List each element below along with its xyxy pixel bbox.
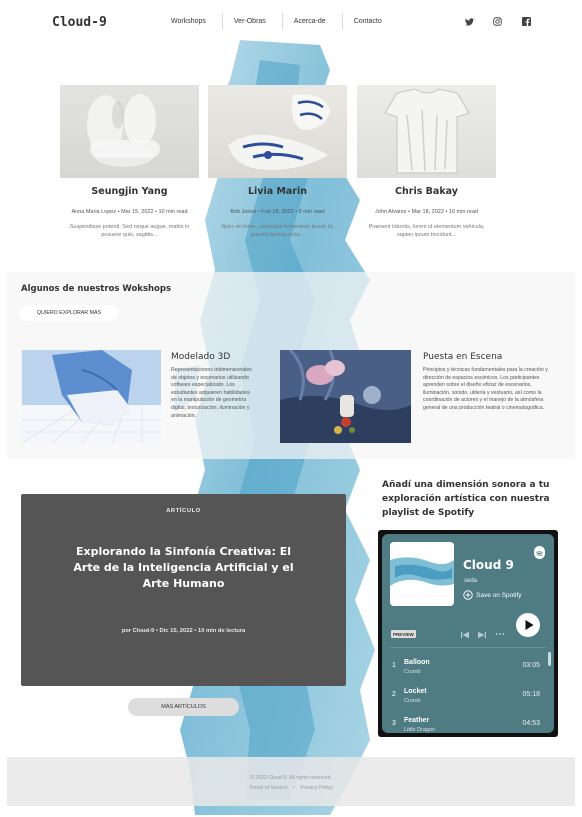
facebook-icon[interactable] [521,16,532,27]
featured-article[interactable]: ARTÍCULO Explorando la Sinfonía Creativa… [21,494,346,686]
artist-image[interactable] [60,85,199,178]
workshop-desc: Representaciones tridimensionales de obj… [171,367,252,419]
track-row[interactable]: 3 Feather Little Dragon 04:53 [382,711,546,733]
workshops-section: Algunos de nuestros Wokshops QUIERO EXPL… [7,272,575,459]
track-duration: 04:53 [522,720,540,727]
nav-acerca-de[interactable]: Acerca-de [283,13,343,30]
playlist-title[interactable]: Cloud 9 [463,558,514,572]
explore-more-button[interactable]: QUIERO EXPLORAR MÁS [19,305,119,321]
artist-meta: John Alvarez • Mar 18, 2022 • 16 min rea… [375,209,478,215]
track-artist: Crumb [404,669,421,675]
plus-circle-icon [463,590,473,600]
artist-excerpt: Suspendisse potenti. Sed neque augue, ma… [69,224,190,238]
nav-ver-obras[interactable]: Ver-Obras [223,13,283,30]
artist-card-chris-bakay[interactable]: Chris Bakay John Alvarez • Mar 18, 2022 … [357,85,496,239]
copyright-text: © 2023 Cloud-9. All rights reserved. [250,775,332,781]
article-tag: ARTÍCULO [166,508,201,514]
nav-contacto[interactable]: Contacto [343,13,398,30]
site-footer: © 2023 Cloud-9. All rights reserved. Ter… [7,757,575,806]
privacy-policy-link[interactable]: Privacy Policy [301,785,333,791]
artist-name[interactable]: Chris Bakay [357,186,496,197]
track-number: 3 [392,720,396,727]
artist-card-seungjin-yang[interactable]: Seungjin Yang Anna Maria Lopez • Mar 15,… [60,85,199,239]
twitter-icon[interactable] [464,16,475,27]
footer-separator: • [293,785,296,791]
playlist-owner[interactable]: seda [464,578,477,584]
workshop-image-puesta-en-escena[interactable] [280,350,411,443]
artist-name[interactable]: Livia Marin [208,186,347,197]
track-number: 2 [392,691,396,698]
save-label: Save on Spotify [476,591,522,599]
workshop-name[interactable]: Modelado 3D [171,352,230,362]
spotify-heading: Añadí una dimensión sonora a tu explorac… [382,480,550,518]
article-title[interactable]: Explorando la Sinfonía Creativa: El Arte… [71,544,296,592]
artist-name[interactable]: Seungjin Yang [60,186,199,197]
instagram-icon[interactable] [492,16,503,27]
site-header: Cloud-9 Workshops Ver-Obras Acerca-de Co… [0,0,582,46]
main-nav: Workshops Ver-Obras Acerca-de Contacto [160,13,398,30]
track-duration: 03:05 [522,662,540,669]
article-meta: por Cloud-9 • Dic 15, 2022 • 10 min de l… [121,628,246,634]
artist-excerpt: Praesent lobortis, lorem id elementum ve… [368,224,485,238]
more-options-icon[interactable] [495,630,505,639]
footer-links: Terms of Service • Privacy Policy [7,785,575,791]
track-row[interactable]: 1 Balloon Crumb 03:05 [382,653,546,681]
play-button[interactable] [516,613,540,637]
track-duration: 05:18 [522,691,540,698]
track-title: Balloon [404,659,430,666]
track-row[interactable]: 2 Locket Crumb 05:18 [382,682,546,710]
track-title: Locket [404,688,427,695]
track-list-scrollbar[interactable] [548,652,551,666]
divider [390,647,546,648]
previous-icon[interactable] [461,631,469,641]
artist-meta: Bob Jones • Feb 18, 2022 • 8 min read [230,209,325,215]
workshops-title: Algunos de nuestros Wokshops [21,284,172,294]
workshop-image-modelado-3d[interactable] [22,350,161,443]
workshop-name[interactable]: Puesta en Escena [423,352,502,362]
artist-card-livia-marin[interactable]: Livia Marin Bob Jones • Feb 18, 2022 • 8… [208,85,347,239]
track-number: 1 [392,662,396,669]
page: Cloud-9 Workshops Ver-Obras Acerca-de Co… [0,0,582,817]
track-artist: Crumb [404,698,421,704]
workshop-desc: Principios y técnicas fundamentales para… [423,367,548,411]
save-on-spotify-button[interactable]: Save on Spotify [463,590,522,600]
nav-workshops[interactable]: Workshops [160,13,223,30]
artist-image[interactable] [208,85,347,178]
site-logo[interactable]: Cloud-9 [52,15,107,30]
artist-meta: Anna Maria Lopez • Mar 15, 2022 • 10 min… [71,209,188,215]
next-icon[interactable] [478,631,486,641]
more-articles-button[interactable]: MÁS ARTÍCULOS [128,698,239,716]
track-artist: Little Dragon [404,727,436,733]
spotify-embed: Cloud 9 seda Save on Spotify PREVIEW 1 B… [378,530,558,737]
spotify-logo-icon[interactable] [534,546,545,559]
playlist-cover[interactable] [390,542,454,606]
artist-excerpt: Nunc mi tortor, venenatis fermentum ipsu… [221,224,334,238]
terms-of-service-link[interactable]: Terms of Service [249,785,288,791]
artist-image[interactable] [357,85,496,178]
spotify-player: Cloud 9 seda Save on Spotify PREVIEW 1 B… [382,534,554,733]
play-icon [525,620,534,630]
track-title: Feather [404,717,430,724]
preview-badge: PREVIEW [391,630,416,638]
